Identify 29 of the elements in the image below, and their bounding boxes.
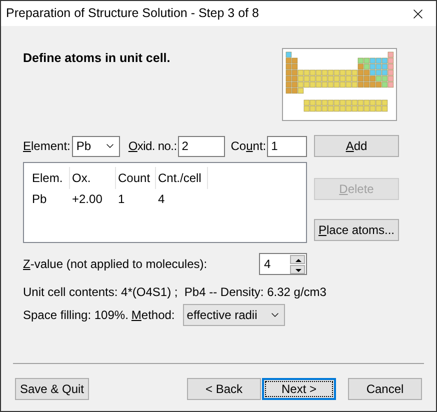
column-header[interactable]: Count (116, 167, 156, 189)
column-header[interactable]: Elem. (30, 167, 70, 189)
element-label: Element: (23, 138, 70, 155)
count-input[interactable]: 1 (267, 136, 307, 156)
unit-cell-contents: Unit cell contents: 4*(O4S1) ; Pb4 -- Density: 6.32 g/cm3 (23, 284, 326, 301)
window-title: Preparation of Structure Solution - Step 3 of 8 (6, 5, 259, 22)
table-cell-text: +2.00 (71, 191, 104, 208)
column-header[interactable]: Ox. (70, 167, 116, 189)
z-value-label: Z-value (not applied to molecules): (23, 256, 208, 273)
table-cell-text: 4 (157, 191, 166, 208)
atom-list[interactable]: Elem. Ox. Count Cnt./cell Pb +2.00 1 4 (23, 162, 307, 243)
table-cell-text: Pb (31, 191, 48, 208)
footer-button[interactable]: < Back (187, 378, 261, 400)
footer-button[interactable]: Next > (262, 378, 336, 400)
z-value-spinner[interactable]: 4 (259, 253, 307, 275)
count-label: Count: (230, 138, 266, 155)
heading: Define atoms in unit cell. (23, 50, 172, 67)
oxid-input[interactable]: 2 (178, 136, 225, 156)
oxid-label: Oxid. no.: (128, 138, 177, 155)
method-dropdown[interactable]: effective radii (182, 304, 285, 326)
element-dropdown[interactable]: Pb (72, 136, 120, 156)
method-label: Method: (131, 307, 175, 324)
side-button[interactable]: Place atoms... (314, 219, 399, 241)
column-header[interactable]: Cnt./cell (156, 167, 208, 189)
footer-button[interactable]: Save & Quit (15, 378, 89, 400)
space-filling-text: Space filling: 109%. (23, 307, 128, 324)
side-button[interactable]: Add (314, 135, 399, 157)
table-cell-text: 1 (117, 191, 126, 208)
footer-button[interactable]: Cancel (348, 378, 422, 400)
